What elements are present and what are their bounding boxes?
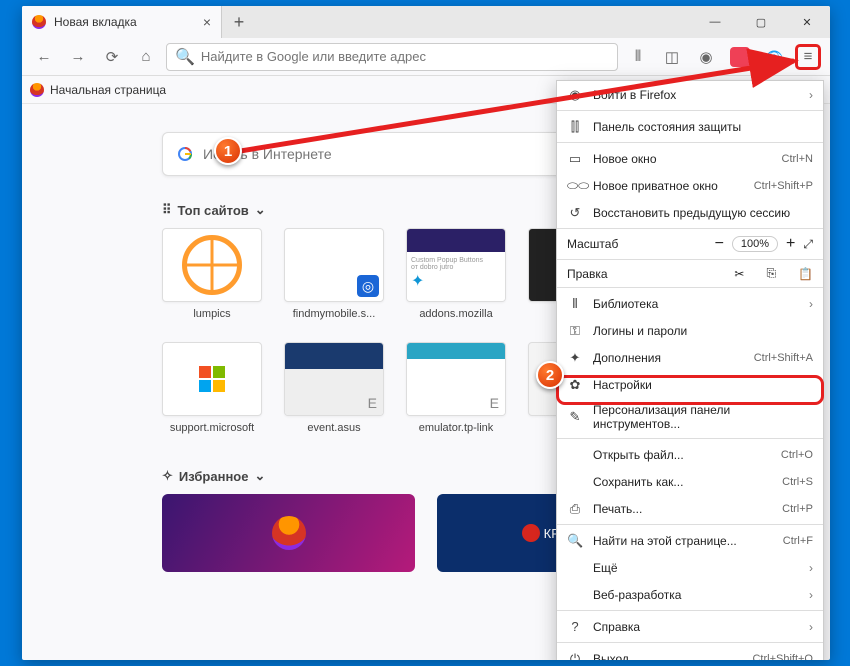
tile-asus[interactable]: Eevent.asus bbox=[284, 342, 384, 434]
chevron-right-icon: › bbox=[809, 88, 813, 102]
menu-more[interactable]: Ещё› bbox=[557, 554, 823, 581]
menu-addons[interactable]: ✦ДополненияCtrl+Shift+A bbox=[557, 344, 823, 371]
forward-button[interactable]: → bbox=[64, 43, 92, 71]
library-icon[interactable]: ⫴ bbox=[624, 43, 652, 71]
grid-icon: ⠿ bbox=[162, 202, 172, 218]
puzzle-icon: ✦ bbox=[567, 350, 583, 366]
menu-open[interactable]: Открыть файл...Ctrl+O bbox=[557, 441, 823, 468]
browser-window: Новая вкладка × + — ▢ ✕ ← → ⟳ ⌂ 🔍 ⫴ ◫ ◉ … bbox=[22, 6, 830, 660]
menu-new-window[interactable]: ▭Новое окноCtrl+N bbox=[557, 145, 823, 172]
restore-icon: ↺ bbox=[567, 205, 583, 221]
url-input[interactable] bbox=[201, 49, 609, 64]
menu-print[interactable]: ⎙Печать...Ctrl+P bbox=[557, 495, 823, 522]
new-tab-button[interactable]: + bbox=[222, 6, 256, 38]
fullscreen-icon[interactable]: ⤢ bbox=[803, 237, 813, 252]
help-icon: ? bbox=[567, 619, 583, 634]
annotation-step-2: 2 bbox=[536, 361, 564, 389]
library-icon: ⫴ bbox=[567, 296, 583, 312]
close-window-button[interactable]: ✕ bbox=[784, 6, 830, 38]
menu-edit: Правка ✂ ⎘ 📋 bbox=[557, 262, 823, 285]
annotation-highlight-settings bbox=[556, 375, 824, 405]
menu-restore[interactable]: ↺Восстановить предыдущую сессию bbox=[557, 199, 823, 226]
minimize-button[interactable]: — bbox=[692, 6, 738, 38]
toolbar: ← → ⟳ ⌂ 🔍 ⫴ ◫ ◉ 👁 ≡ bbox=[22, 38, 830, 76]
close-icon[interactable]: × bbox=[203, 14, 211, 30]
tab-active[interactable]: Новая вкладка × bbox=[22, 6, 222, 38]
key-icon: ⚿ bbox=[567, 323, 583, 339]
menu-signin[interactable]: ◉Войти в Firefox› bbox=[557, 81, 823, 108]
mask-icon: ⬭⬭ bbox=[567, 178, 583, 194]
pocket-icon[interactable] bbox=[726, 43, 754, 71]
menu-library[interactable]: ⫴Библиотека› bbox=[557, 290, 823, 317]
star-icon: ✧ bbox=[162, 468, 173, 484]
tile-lumpics[interactable]: lumpics bbox=[162, 228, 262, 320]
eye-icon[interactable]: 👁 bbox=[760, 43, 788, 71]
firefox-favicon-icon bbox=[30, 83, 44, 97]
print-icon: ⎙ bbox=[567, 501, 583, 517]
back-button[interactable]: ← bbox=[30, 43, 58, 71]
tab-title: Новая вкладка bbox=[54, 15, 195, 29]
menu-logins[interactable]: ⚿Логины и пароли bbox=[557, 317, 823, 344]
menu-find[interactable]: 🔍Найти на этой странице...Ctrl+F bbox=[557, 527, 823, 554]
firefox-favicon-icon bbox=[32, 15, 46, 29]
menu-button[interactable]: ≡ bbox=[794, 43, 822, 71]
google-icon bbox=[177, 146, 193, 162]
cut-icon[interactable]: ✂ bbox=[734, 267, 744, 281]
search-icon: 🔍 bbox=[567, 533, 583, 549]
menu-private-window[interactable]: ⬭⬭Новое приватное окноCtrl+Shift+P bbox=[557, 172, 823, 199]
paste-icon[interactable]: 📋 bbox=[798, 267, 813, 281]
chevron-right-icon: › bbox=[809, 297, 813, 311]
menu-exit[interactable]: ⏻ВыходCtrl+Shift+Q bbox=[557, 645, 823, 660]
chevron-right-icon: › bbox=[809, 561, 813, 575]
reload-button[interactable]: ⟳ bbox=[98, 43, 126, 71]
sidebar-icon[interactable]: ◫ bbox=[658, 43, 686, 71]
brush-icon: ✎ bbox=[567, 409, 583, 425]
window-icon: ▭ bbox=[567, 151, 583, 167]
promo-card-1[interactable] bbox=[162, 494, 415, 572]
maximize-button[interactable]: ▢ bbox=[738, 6, 784, 38]
zoom-in-button[interactable]: + bbox=[786, 235, 795, 253]
menu-webdev[interactable]: Веб-разработка› bbox=[557, 581, 823, 608]
power-icon: ⏻ bbox=[567, 651, 583, 661]
app-menu: ◉Войти в Firefox› ⫿⫿Панель состояния защ… bbox=[556, 80, 824, 660]
annotation-step-1: 1 bbox=[214, 137, 242, 165]
copy-icon[interactable]: ⎘ bbox=[766, 266, 776, 281]
chevron-down-icon: ⌄ bbox=[255, 202, 266, 218]
zoom-value[interactable]: 100% bbox=[732, 236, 778, 252]
chevron-right-icon: › bbox=[809, 620, 813, 634]
tile-findmymobile[interactable]: ◎findmymobile.s... bbox=[284, 228, 384, 320]
tile-tplink[interactable]: Eemulator.tp-link bbox=[406, 342, 506, 434]
menu-help[interactable]: ?Справка› bbox=[557, 613, 823, 640]
menu-zoom: Масштаб − 100% + ⤢ bbox=[557, 231, 823, 257]
account-icon[interactable]: ◉ bbox=[692, 43, 720, 71]
menu-save[interactable]: Сохранить как...Ctrl+S bbox=[557, 468, 823, 495]
search-icon: 🔍 bbox=[175, 47, 195, 67]
chevron-down-icon: ⌄ bbox=[254, 468, 265, 484]
shield-icon: ⫿⫿ bbox=[567, 119, 583, 135]
zoom-out-button[interactable]: − bbox=[715, 235, 724, 253]
chevron-right-icon: › bbox=[809, 588, 813, 602]
bookmark-home[interactable]: Начальная страница bbox=[50, 83, 166, 97]
tile-microsoft[interactable]: support.microsoft bbox=[162, 342, 262, 434]
account-icon: ◉ bbox=[567, 87, 583, 103]
titlebar: Новая вкладка × + — ▢ ✕ bbox=[22, 6, 830, 38]
url-bar[interactable]: 🔍 bbox=[166, 43, 618, 71]
menu-protection[interactable]: ⫿⫿Панель состояния защиты bbox=[557, 113, 823, 140]
home-button[interactable]: ⌂ bbox=[132, 43, 160, 71]
tile-addons[interactable]: Custom Popup Buttonsот dobro jutro✦addon… bbox=[406, 228, 506, 320]
